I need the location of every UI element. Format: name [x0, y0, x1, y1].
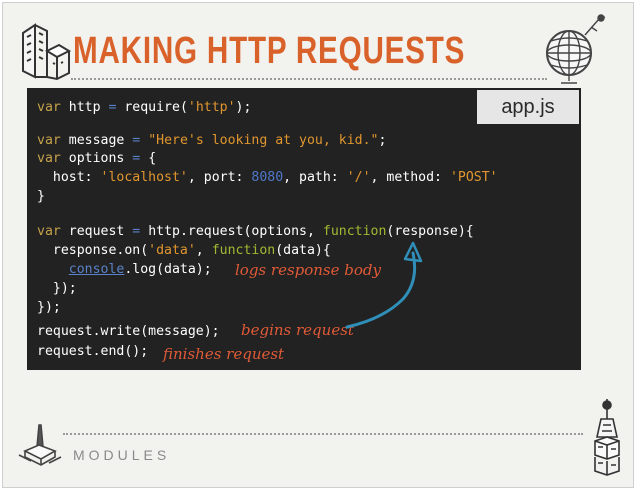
code-line-1: var http = require('http'); — [37, 100, 252, 115]
code-line-11: request.write(message); — [37, 324, 220, 339]
code-line-2: var message = "Here's looking at you, ki… — [37, 133, 387, 148]
code-line-12: request.end(); — [37, 344, 149, 359]
monument-icon — [18, 424, 62, 466]
code-line-5: } — [37, 189, 45, 204]
footer-divider — [63, 433, 583, 435]
radio-tower-icon — [594, 399, 620, 476]
code-line-4: host: 'localhost', port: 8080, path: '/'… — [37, 170, 498, 185]
code-line-3: var options = { — [37, 151, 157, 166]
code-line-7: response.on('data', function(data){ — [37, 243, 331, 258]
code-line-10: }); — [37, 300, 61, 315]
section-footer: MODULES — [73, 447, 171, 463]
file-name-label: app.js — [477, 90, 579, 124]
slide: MAKING HTTP REQUESTS app.js var http = r… — [2, 2, 634, 488]
annotation-finishes-request: finishes request — [163, 345, 285, 363]
slide-title: MAKING HTTP REQUESTS — [73, 30, 466, 72]
building-icon — [22, 23, 71, 81]
title-divider — [71, 78, 547, 80]
annotation-begins-request: begins request — [241, 321, 354, 339]
code-line-9: }); — [37, 281, 77, 296]
code-line-8: console.log(data); — [68, 262, 212, 277]
globe-icon — [546, 14, 606, 84]
callback-arrow — [345, 241, 423, 329]
